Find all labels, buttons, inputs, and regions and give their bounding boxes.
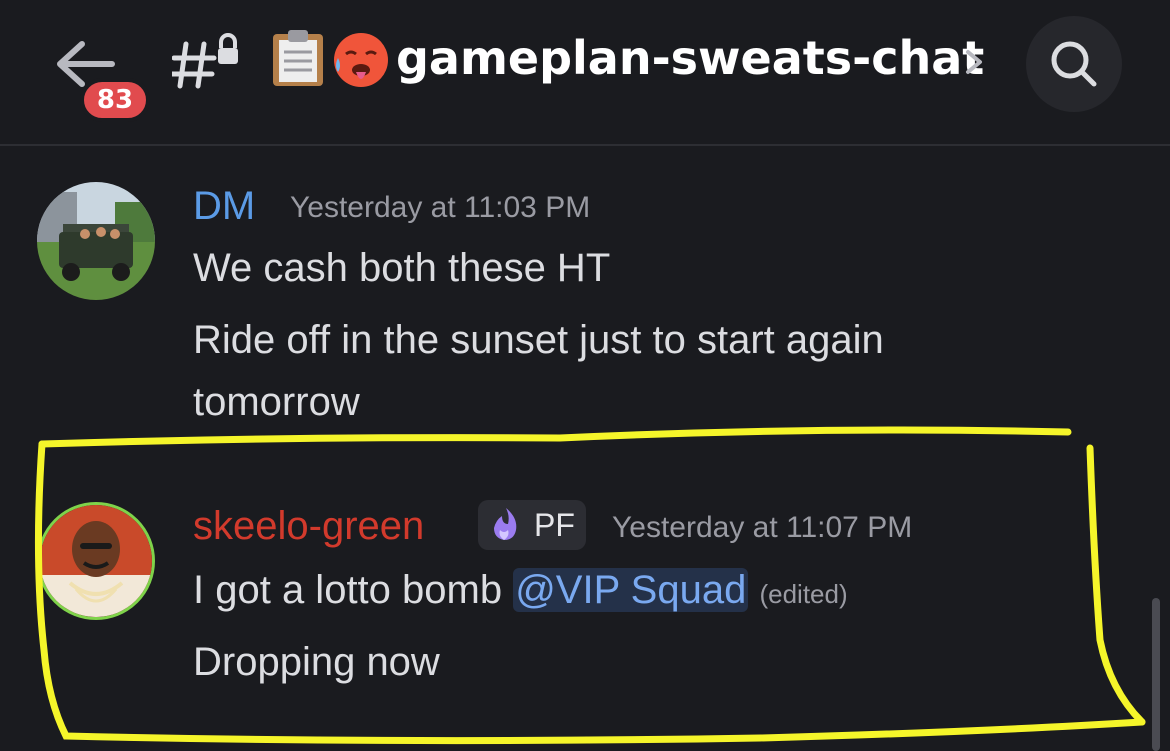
message-author[interactable]: DM <box>193 182 255 230</box>
unread-badge: 83 <box>80 78 150 122</box>
message-author[interactable]: skeelo-green <box>193 502 424 550</box>
message-text: Dropping now <box>193 640 440 684</box>
edited-label: (edited) <box>759 579 848 609</box>
role-mention[interactable]: @VIP Squad <box>513 568 749 612</box>
message-text: Ride off in the sunset just to start aga… <box>193 318 884 362</box>
locked-channel-icon <box>172 33 238 89</box>
message-timestamp: Yesterday at 11:07 PM <box>612 511 913 544</box>
search-button[interactable] <box>1026 16 1122 112</box>
chat-screen: 83 gameplan-sweats-chat DM Yesterday at … <box>0 0 1170 751</box>
scrollbar[interactable] <box>1152 598 1160 751</box>
hot-face-emoji-icon <box>334 33 388 87</box>
flame-icon <box>494 508 517 540</box>
message-text: I got a lotto bomb @VIP Squad (edited) <box>193 565 848 619</box>
message-text-segment: I got a lotto bomb <box>193 568 514 612</box>
chevron-right-icon[interactable] <box>962 46 986 78</box>
cartoon-avatar-image <box>40 505 152 617</box>
golf-cart-photo <box>37 182 155 300</box>
message-timestamp: Yesterday at 11:03 PM <box>290 191 591 224</box>
channel-name[interactable]: gameplan-sweats-chat <box>396 30 984 86</box>
search-icon <box>1051 41 1097 87</box>
message-text: tomorrow <box>193 380 360 424</box>
avatar[interactable] <box>37 182 155 300</box>
header-divider <box>0 144 1170 146</box>
clipboard-emoji-icon <box>273 30 323 86</box>
avatar[interactable] <box>37 502 155 620</box>
role-label: PF <box>534 507 575 543</box>
message-text: We cash both these HT <box>193 246 611 290</box>
channel-header: 83 gameplan-sweats-chat <box>0 0 1170 144</box>
